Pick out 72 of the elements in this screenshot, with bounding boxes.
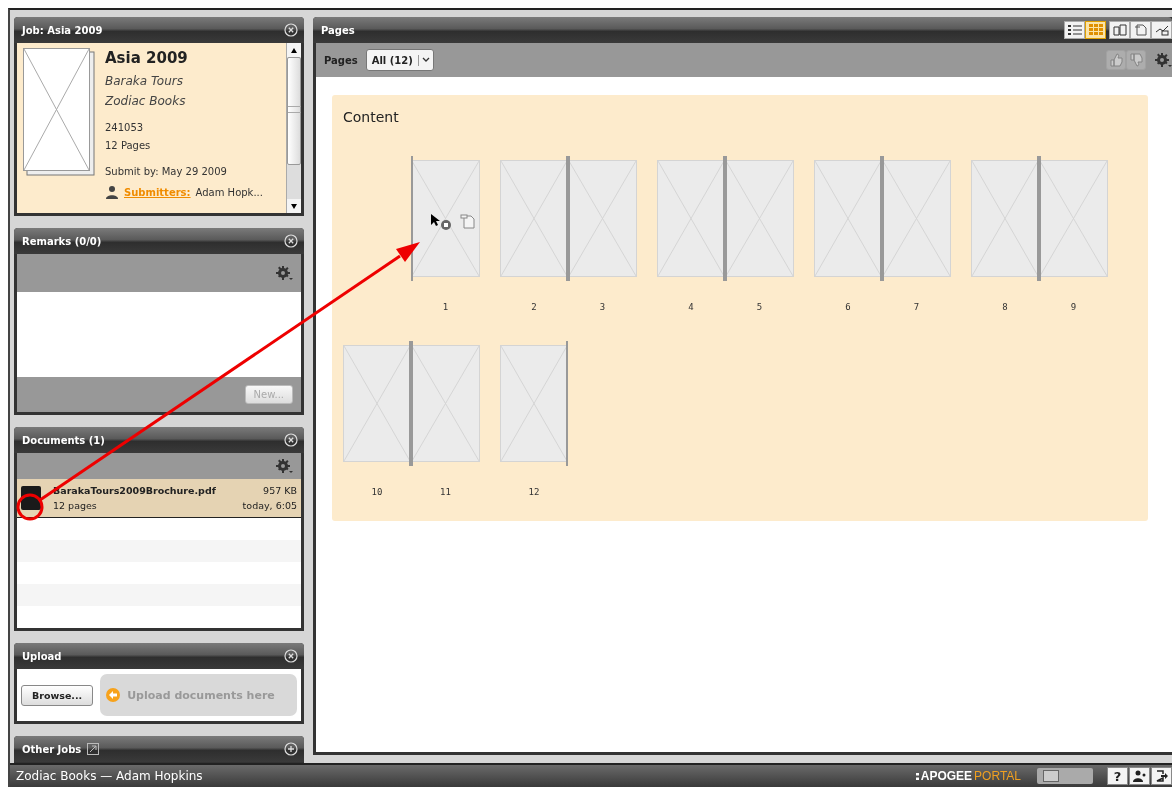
view-mode-button[interactable] <box>1151 21 1172 39</box>
filter-label: Pages <box>324 54 358 66</box>
expand-icon[interactable] <box>284 742 298 756</box>
scroll-up-button[interactable] <box>287 43 301 57</box>
job-name: Asia 2009 <box>105 49 189 67</box>
drop-zone-text: Upload documents here <box>127 688 275 702</box>
publisher-name: Zodiac Books <box>105 93 187 110</box>
person-icon <box>105 185 119 199</box>
pages-filter-dropdown[interactable]: All (12) <box>365 49 434 71</box>
document-pages: 12 pages <box>53 500 98 511</box>
view-toggle[interactable] <box>1085 21 1106 39</box>
panel-title: Pages <box>321 24 355 36</box>
close-icon[interactable] <box>284 23 298 37</box>
grid-view-icon <box>1088 24 1103 36</box>
section-title: Content <box>343 109 400 125</box>
triangle-down-icon <box>291 203 297 209</box>
page-number: 8 <box>1002 302 1008 312</box>
close-icon[interactable] <box>284 234 298 248</box>
triangle-up-icon <box>291 47 297 53</box>
job-number: 241053 <box>105 121 145 135</box>
logout-icon <box>1155 770 1168 782</box>
page-number: 1 <box>442 302 449 312</box>
users-button[interactable] <box>1129 767 1150 785</box>
panel-title: Remarks (0/0) <box>22 235 102 247</box>
document-date: today, 6:05 <box>242 500 297 511</box>
scrollbar-track[interactable] <box>286 43 301 213</box>
browse-button[interactable]: Browse... <box>21 684 94 706</box>
book-icon <box>1112 24 1127 36</box>
page-number: 11 <box>440 487 451 497</box>
settings-gear-icon[interactable] <box>275 265 293 281</box>
page-number: 12 <box>528 487 540 497</box>
panel-title: Documents (1) <box>22 434 105 446</box>
page-icon[interactable] <box>460 213 476 229</box>
submit-date: Submit by: May 29 2009 <box>105 165 228 179</box>
users-icon <box>1132 770 1147 782</box>
page-number: 2 <box>531 302 537 312</box>
page-number: 4 <box>688 302 694 312</box>
page-icon <box>1133 24 1148 36</box>
page-number: 3 <box>599 302 606 312</box>
view-mode-button[interactable] <box>1130 21 1151 39</box>
toggle-switch[interactable] <box>1037 768 1093 784</box>
page-number: 9 <box>1070 302 1077 312</box>
page-number: 5 <box>756 302 763 312</box>
customer-name: Baraka Tours <box>105 73 184 90</box>
close-icon[interactable] <box>284 433 298 447</box>
page-count: 12 Pages <box>105 139 152 153</box>
page-number: 10 <box>371 487 383 497</box>
page-number: 7 <box>913 302 920 312</box>
highlight-circle <box>16 493 44 521</box>
document-row[interactable]: BarakaTours2009Brochure.pdf 957 KB 12 pages today, 6:05 <box>17 479 301 518</box>
panel-title: Upload <box>22 650 62 662</box>
external-link-icon[interactable] <box>87 743 100 755</box>
compare-icon <box>1154 24 1169 36</box>
scroll-down-button[interactable] <box>287 199 301 213</box>
view-toggle[interactable] <box>1064 21 1085 39</box>
panel-title: Job: Asia 2009 <box>22 24 103 36</box>
submitter-name: Adam Hopk... <box>195 186 263 198</box>
page-number: 6 <box>845 302 851 312</box>
logout-button[interactable] <box>1151 767 1172 785</box>
settings-gear-icon[interactable] <box>275 458 293 474</box>
logo: APOGEE PORTAL <box>915 769 1021 783</box>
settings-gear-icon[interactable] <box>1154 52 1172 68</box>
list-view-icon <box>1067 24 1082 36</box>
document-name: BarakaTours2009Brochure.pdf <box>53 485 217 496</box>
cursor-icon <box>430 213 452 231</box>
scroll-thumb[interactable] <box>287 57 301 165</box>
close-icon[interactable] <box>284 649 298 663</box>
document-size: 957 KB <box>263 485 297 496</box>
help-button[interactable]: ? <box>1107 767 1128 785</box>
view-mode-button[interactable] <box>1109 21 1130 39</box>
status-text: Zodiac Books — Adam Hopkins <box>16 769 203 783</box>
panel-title: Other Jobs <box>22 743 82 755</box>
